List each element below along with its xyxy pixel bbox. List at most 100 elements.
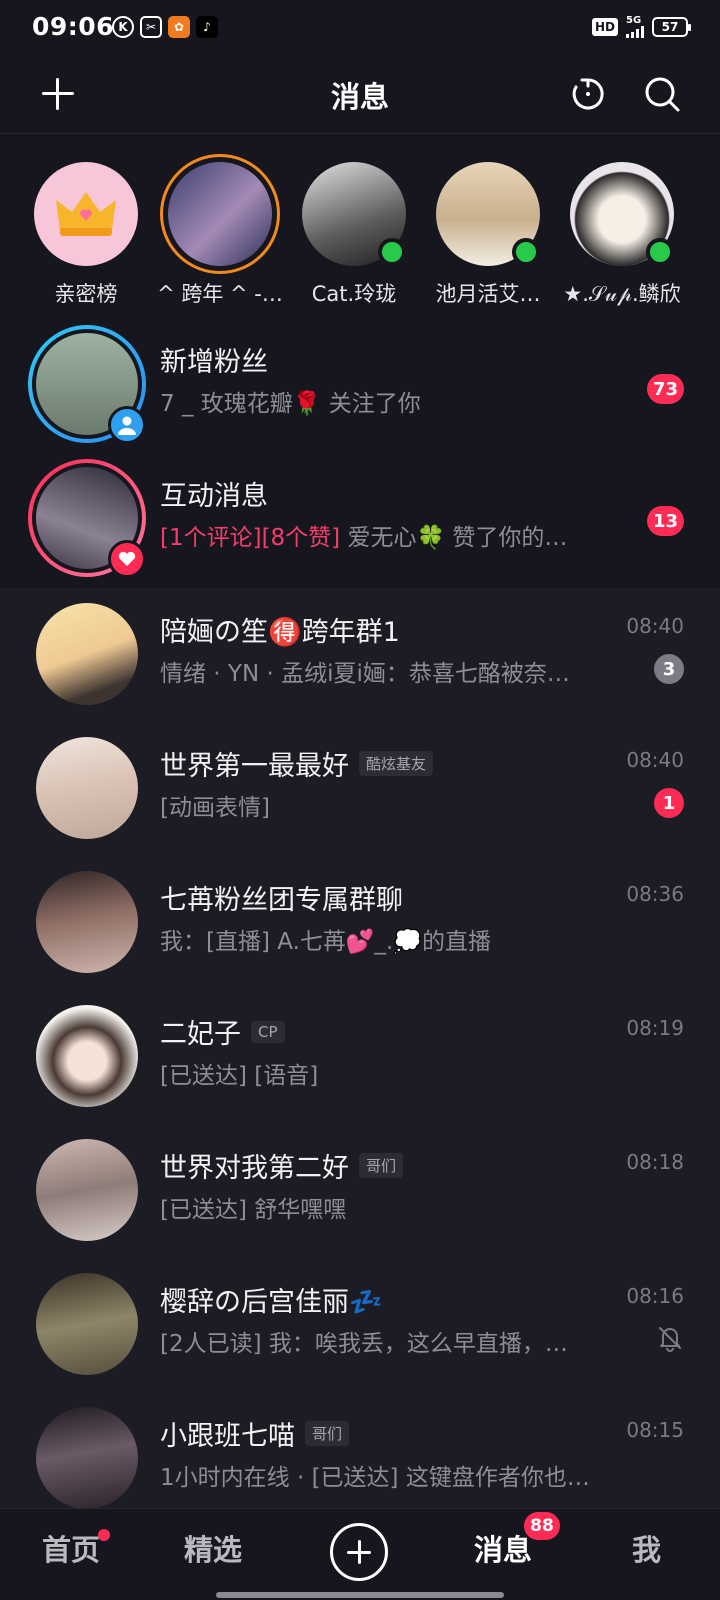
messages-badge: 88 — [524, 1512, 560, 1540]
create-button[interactable] — [330, 1523, 388, 1581]
nav-home[interactable]: 首页 — [42, 1527, 100, 1569]
page-title: 消息 — [330, 80, 389, 114]
row-time: 08:18 — [626, 1150, 684, 1174]
story-user[interactable]: ★.𝒮𝓊𝓅.鳞欣 — [557, 162, 687, 308]
relationship-tag: CP — [251, 1020, 285, 1043]
story-name: Cat.玲珑 — [311, 282, 397, 306]
chat-row[interactable]: 世界第一最最好 酷炫基友 [动画表情] 08:40 1 — [0, 722, 720, 856]
avatar — [36, 1005, 138, 1107]
row-title: 七苒粉丝团专属群聊 — [160, 885, 403, 916]
row-time: 08:36 — [626, 882, 684, 906]
relationship-tag: 酷炫基友 — [359, 751, 434, 776]
row-title: 二妃子 CP — [160, 1012, 285, 1051]
chat-row[interactable]: 七苒粉丝团专属群聊 我：[直播] A.七苒💕_.💭的直播 08:36 — [0, 856, 720, 990]
app-k-icon: K — [112, 16, 134, 38]
tiktok-icon: ♪ — [196, 16, 218, 38]
story-avatar — [34, 162, 138, 266]
header: 消息 — [0, 56, 720, 134]
row-title: 世界第一最最好 酷炫基友 — [160, 744, 434, 783]
story-live-ring — [160, 154, 280, 274]
row-time: 08:16 — [626, 1284, 684, 1308]
status-time: 09:06 — [32, 12, 115, 41]
row-subtitle: 7 _ 玫瑰花瓣🌹 关注了你 — [160, 391, 421, 417]
story-name: 池月活艾… — [435, 282, 541, 306]
story-name: ^ 跨年 ^ -… — [157, 282, 283, 306]
row-time: 08:40 — [626, 748, 684, 772]
refresh-icon[interactable] — [566, 72, 610, 116]
nav-me[interactable]: 我 — [632, 1527, 661, 1569]
row-time: 08:15 — [626, 1418, 684, 1442]
story-user[interactable]: Cat.玲珑 — [289, 162, 419, 308]
avatar — [36, 1273, 138, 1375]
story-avatar — [570, 162, 674, 266]
row-subtitle: [已送达] [语音] — [160, 1063, 319, 1089]
relationship-tag: 哥们 — [305, 1421, 350, 1446]
row-title: 小跟班七喵 哥们 — [160, 1414, 350, 1453]
avatar — [36, 1407, 138, 1509]
search-icon[interactable] — [640, 72, 684, 116]
avatar — [36, 603, 138, 705]
nav-messages[interactable]: 消息 — [474, 1527, 532, 1569]
story-name: 亲密榜 — [54, 282, 118, 306]
row-title: 新增粉丝 — [160, 347, 268, 378]
unread-badge: 73 — [646, 374, 684, 404]
status-bar: 09:06 K ✂ ✿ ♪ HD 5G 57 — [0, 0, 720, 56]
home-indicator[interactable] — [216, 1592, 504, 1598]
avatar — [36, 1139, 138, 1241]
row-subtitle: [已送达] 舒华嘿嘿 — [160, 1197, 347, 1223]
story-avatar — [160, 154, 280, 274]
unread-badge: 1 — [654, 788, 684, 818]
chat-row[interactable]: 陪婳の笙🉐跨年群1 情绪 · YN · 孟绒i夏i婳：恭喜七酪被奈… 08:40… — [0, 588, 720, 722]
battery-level: 57 — [661, 20, 679, 34]
crown-icon — [56, 192, 116, 236]
row-subtitle: [2人已读] 我：唉我丢，这么早直播，… — [160, 1331, 568, 1357]
row-title: 互动消息 — [160, 481, 268, 512]
row-title: 世界对我第二好 哥们 — [160, 1146, 404, 1185]
story-intimacy-rank[interactable]: 亲密榜 — [21, 162, 151, 308]
interactions-row[interactable]: 互动消息 [1个评论][8个赞] 爱无心🍀 赞了你的… 13 — [0, 452, 720, 586]
row-subtitle: 情绪 · YN · 孟绒i夏i婳：恭喜七酪被奈… — [160, 661, 570, 687]
online-indicator — [378, 238, 406, 266]
follower-icon — [108, 406, 146, 444]
status-right: HD 5G 57 — [591, 16, 691, 38]
chat-row[interactable]: 樱辞の后宫佳丽💤 [2人已读] 我：唉我丢，这么早直播，… 08:16 — [0, 1258, 720, 1392]
row-time: 08:40 — [626, 614, 684, 638]
chat-list: 陪婳の笙🉐跨年群1 情绪 · YN · 孟绒i夏i婳：恭喜七酪被奈… 08:40… — [0, 588, 720, 1509]
chat-row[interactable]: 小跟班七喵 哥们 1小时内在线 · [已送达] 这键盘作者你也… 08:15 — [0, 1392, 720, 1526]
online-indicator — [512, 238, 540, 266]
hd-icon: HD — [591, 18, 618, 36]
home-notification-dot — [98, 1529, 110, 1541]
bottom-nav: 首页 精选 消息 88 我 — [0, 1508, 720, 1600]
row-subtitle: 1小时内在线 · [已送达] 这键盘作者你也… — [160, 1465, 590, 1491]
interaction-counts: [1个评论][8个赞] — [160, 525, 341, 551]
mute-bell-icon — [659, 1327, 681, 1352]
story-name: ★.𝒮𝓊𝓅.鳞欣 — [563, 282, 681, 306]
messages-screen: 09:06 K ✂ ✿ ♪ HD 5G 57 消息 亲密榜 ^ 跨年 ^ -… … — [0, 0, 720, 1600]
avatar — [36, 871, 138, 973]
row-time: 08:19 — [626, 1016, 684, 1040]
stories-row: 亲密榜 ^ 跨年 ^ -… Cat.玲珑 池月活艾… ★.𝒮𝓊𝓅.鳞欣 — [0, 150, 720, 318]
story-avatar — [436, 162, 540, 266]
row-subtitle: 我：[直播] A.七苒💕_.💭的直播 — [160, 929, 491, 955]
app-orange-icon: ✿ — [168, 16, 190, 38]
status-app-icons: K ✂ ✿ ♪ — [112, 16, 218, 38]
row-title: 陪婳の笙🉐跨年群1 — [160, 617, 400, 648]
chat-row[interactable]: 世界对我第二好 哥们 [已送达] 舒华嘿嘿 08:18 — [0, 1124, 720, 1258]
story-avatar — [302, 162, 406, 266]
new-followers-row[interactable]: 新增粉丝 7 _ 玫瑰花瓣🌹 关注了你 73 — [0, 318, 720, 452]
chat-row[interactable]: 二妃子 CP [已送达] [语音] 08:19 — [0, 990, 720, 1124]
app-cut-icon: ✂ — [140, 16, 162, 38]
online-indicator — [646, 238, 674, 266]
story-user[interactable]: ^ 跨年 ^ -… — [155, 154, 285, 308]
story-user[interactable]: 池月活艾… — [423, 162, 553, 308]
row-title: 樱辞の后宫佳丽💤 — [160, 1287, 383, 1318]
unread-badge: 13 — [646, 506, 684, 536]
relationship-tag: 哥们 — [359, 1153, 404, 1178]
unread-badge: 3 — [654, 654, 684, 684]
heart-icon — [108, 540, 146, 578]
nav-featured[interactable]: 精选 — [184, 1527, 242, 1569]
signal-icon: 5G — [626, 16, 644, 38]
row-subtitle: [动画表情] — [160, 795, 270, 821]
avatar — [36, 737, 138, 839]
battery-icon: 57 — [652, 17, 691, 37]
